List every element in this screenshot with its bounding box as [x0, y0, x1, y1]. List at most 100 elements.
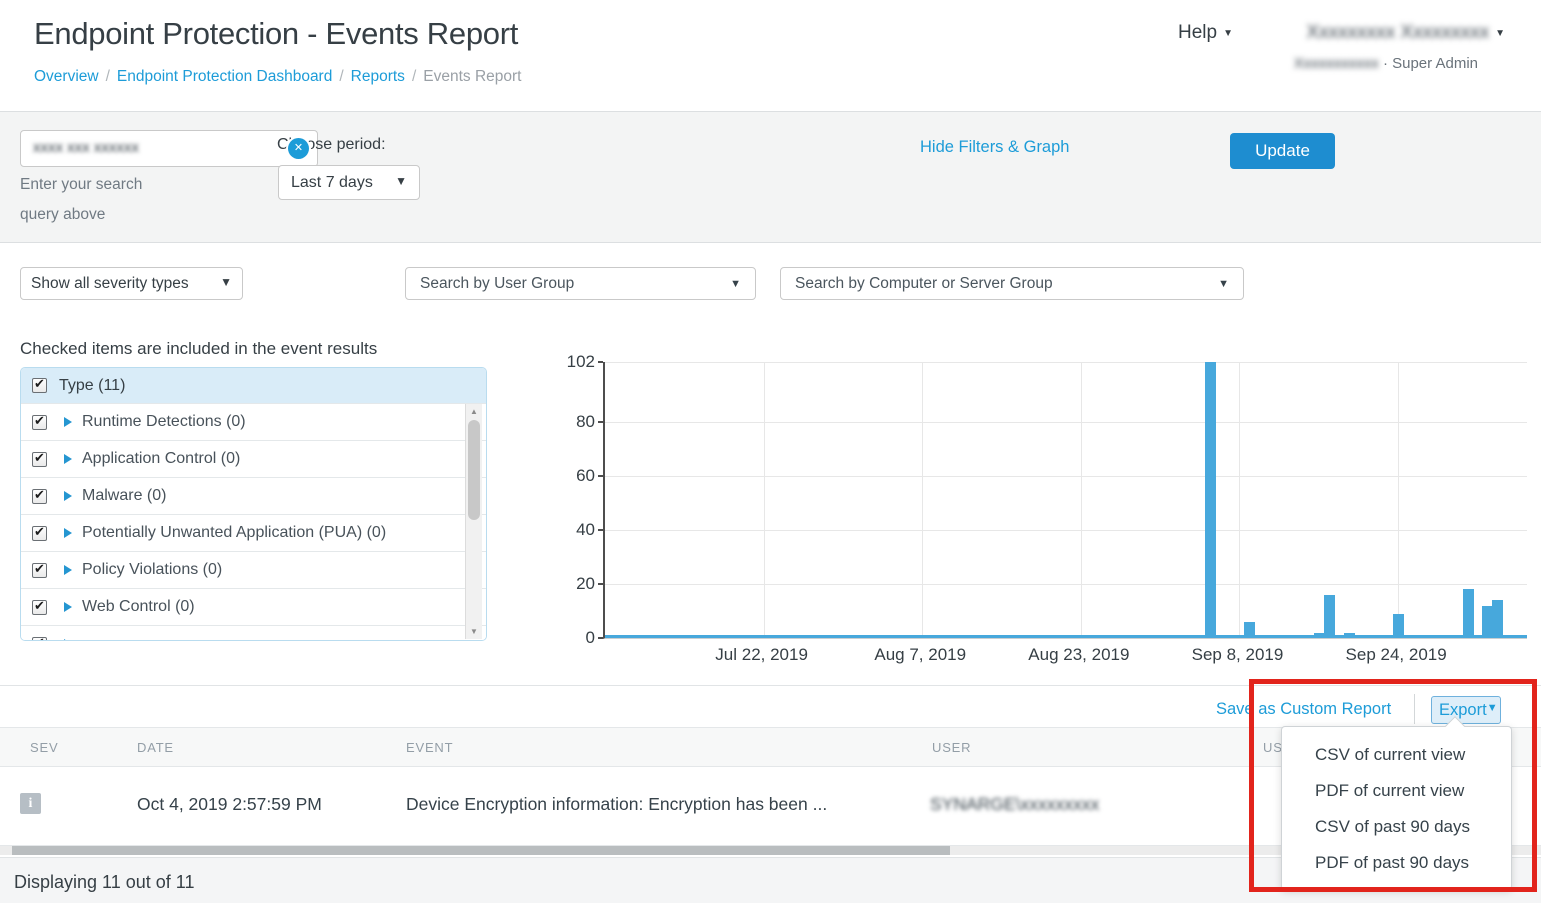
scroll-up-icon[interactable]: ▲ — [466, 404, 482, 419]
column-header-event: EVENT — [406, 740, 453, 755]
type-list-item[interactable]: Potentially Unwanted Application (PUA) (… — [21, 514, 486, 551]
breadcrumb: Overview/Endpoint Protection Dashboard/R… — [34, 68, 521, 86]
chevron-down-icon: ▼ — [730, 278, 741, 290]
gridline — [922, 362, 923, 638]
x-axis-label: Sep 24, 2019 — [1326, 645, 1466, 665]
x-axis-label: Jul 22, 2019 — [692, 645, 832, 665]
x-axis-label: Sep 8, 2019 — [1167, 645, 1307, 665]
export-menu-item[interactable]: CSV of current view — [1282, 737, 1511, 773]
expand-arrow-icon[interactable] — [64, 639, 72, 641]
checkbox-checked-icon[interactable] — [32, 526, 47, 541]
breadcrumb-item[interactable]: Reports — [351, 68, 405, 85]
checkbox-checked-icon[interactable] — [32, 600, 47, 615]
type-list-item-label: Potentially Unwanted Application (PUA) (… — [82, 524, 386, 542]
list-scrollbar[interactable]: ▲ ▼ — [465, 404, 482, 639]
help-menu[interactable]: Help▼ — [1178, 22, 1233, 44]
type-list-item[interactable]: Web Control (0) — [21, 588, 486, 625]
breadcrumb-item[interactable]: Endpoint Protection Dashboard — [117, 68, 332, 85]
export-button[interactable]: Export ▼ — [1431, 696, 1501, 724]
checkbox-checked-icon[interactable] — [32, 378, 47, 393]
checkbox-checked-icon[interactable] — [32, 637, 47, 642]
type-list-item-label: Policy Violations (0) — [82, 561, 222, 579]
chart-x-axis: Jul 22, 2019 Aug 7, 2019 Aug 23, 2019 Sep 8… — [603, 645, 1527, 669]
period-value: Last 7 days — [291, 174, 373, 192]
y-axis-label: 40 — [560, 520, 595, 540]
type-group-header[interactable]: Type (11) — [21, 368, 486, 403]
gridline — [605, 422, 1527, 423]
hide-filters-link[interactable]: Hide Filters & Graph — [920, 138, 1069, 157]
clear-search-icon[interactable]: ✕ — [288, 138, 309, 159]
expand-arrow-icon[interactable] — [64, 528, 72, 538]
breadcrumb-separator: / — [106, 68, 110, 85]
chart-bar — [1244, 622, 1255, 638]
export-menu-item[interactable]: PDF of current view — [1282, 773, 1511, 809]
type-list-item[interactable]: Policy Violations (0) — [21, 551, 486, 588]
scroll-down-icon[interactable]: ▼ — [466, 624, 482, 639]
chart-y-axis: 020406080102 — [560, 362, 603, 639]
search-helper-text: Enter your search — [20, 176, 142, 194]
export-menu-item[interactable]: PDF of past 90 days — [1282, 845, 1511, 881]
severity-select[interactable]: Show all severity types ▼ — [20, 267, 243, 300]
checkbox-checked-icon[interactable] — [32, 452, 47, 467]
type-list-item[interactable]: Malware (0) — [21, 477, 486, 514]
user-role: Super Admin — [1392, 55, 1478, 72]
user-subline: Xxxxxxxxxxx · Super Admin — [1294, 55, 1478, 72]
x-axis-label: Aug 23, 2019 — [1009, 645, 1149, 665]
expand-arrow-icon[interactable] — [64, 417, 72, 427]
scrollbar-thumb[interactable] — [12, 846, 950, 855]
type-list-item[interactable] — [21, 625, 486, 641]
expand-arrow-icon[interactable] — [64, 602, 72, 612]
period-select[interactable]: Last 7 days ▼ — [278, 165, 420, 200]
gridline — [605, 584, 1527, 585]
type-list-item[interactable]: Runtime Detections (0) — [21, 403, 486, 440]
info-severity-icon: i — [20, 793, 41, 814]
computer-group-select[interactable]: Search by Computer or Server Group ▼ — [780, 267, 1244, 300]
export-menu-item[interactable]: CSV of past 90 days — [1282, 809, 1511, 845]
search-input[interactable]: xxxx xxx xxxxxx — [20, 130, 318, 167]
chart-bar — [1344, 633, 1355, 638]
user-group-placeholder: Search by User Group — [420, 275, 574, 293]
checkbox-checked-icon[interactable] — [32, 415, 47, 430]
checklist-caption: Checked items are included in the event … — [20, 339, 377, 359]
type-group-label: Type (11) — [59, 377, 125, 395]
chart-bar — [1492, 600, 1503, 638]
column-header-sev: SEV — [30, 740, 58, 755]
y-axis-label: 80 — [560, 412, 595, 432]
gridline — [1239, 362, 1240, 638]
user-name: Xxxxxxxxx Xxxxxxxxx — [1306, 22, 1489, 43]
expand-arrow-icon[interactable] — [64, 454, 72, 464]
column-header-user: USER — [932, 740, 971, 755]
chart-bar — [1463, 589, 1474, 638]
column-header-date: DATE — [137, 740, 174, 755]
checkbox-checked-icon[interactable] — [32, 489, 47, 504]
y-axis-label: 0 — [560, 628, 595, 648]
chart-plot-area — [603, 362, 1527, 639]
type-list-item-label: Runtime Detections (0) — [82, 413, 246, 431]
expand-arrow-icon[interactable] — [64, 565, 72, 575]
checkbox-checked-icon[interactable] — [32, 563, 47, 578]
gridline — [1081, 362, 1082, 638]
user-menu[interactable]: Xxxxxxxxx Xxxxxxxxx▼ — [1306, 22, 1505, 44]
save-custom-report-link[interactable]: Save as Custom Report — [1216, 700, 1391, 719]
user-group-select[interactable]: Search by User Group ▼ — [405, 267, 756, 300]
action-divider — [1414, 694, 1415, 724]
search-helper-text: query above — [20, 206, 105, 224]
breadcrumb-item[interactable]: Overview — [34, 68, 99, 85]
events-bar-chart: 020406080102 Jul 22, 2019 Aug 7, 2019 Aug … — [560, 349, 1535, 669]
type-list-item[interactable]: Application Control (0) — [21, 440, 486, 477]
breadcrumb-item: Events Report — [423, 68, 521, 85]
update-button[interactable]: Update — [1230, 133, 1335, 169]
chevron-down-icon: ▼ — [1487, 702, 1498, 714]
chevron-down-icon: ▼ — [395, 174, 407, 188]
event-description: Device Encryption information: Encryptio… — [406, 794, 827, 815]
event-user: SYNARGE\xxxxxxxxx — [930, 794, 1099, 815]
chevron-down-icon: ▼ — [1223, 28, 1233, 39]
expand-arrow-icon[interactable] — [64, 491, 72, 501]
severity-value: Show all severity types — [31, 275, 189, 293]
scrollbar-thumb[interactable] — [468, 420, 480, 520]
role-separator: · — [1383, 55, 1388, 72]
user-org: Xxxxxxxxxxx — [1294, 55, 1379, 72]
x-axis-label: Aug 7, 2019 — [850, 645, 990, 665]
y-axis-label: 102 — [560, 352, 595, 372]
chart-bar — [1205, 362, 1216, 638]
